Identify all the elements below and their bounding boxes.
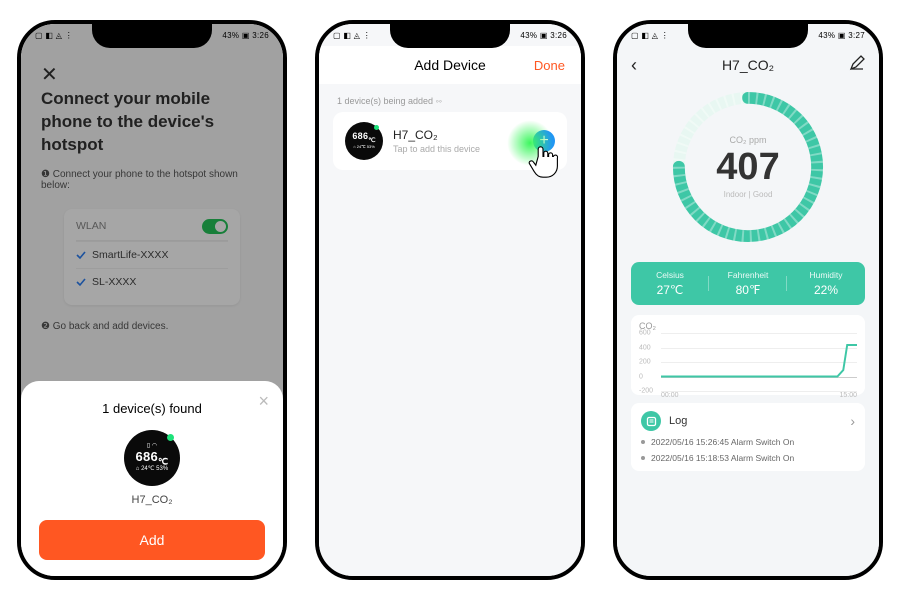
metric-label: Fahrenheit bbox=[709, 270, 787, 280]
device-name: H7_CO₂ bbox=[132, 494, 173, 506]
co2-gauge: CO₂ ppm 407 Indoor | Good bbox=[617, 88, 879, 246]
x-tick: 00:00 bbox=[661, 392, 679, 399]
y-tick: -200 bbox=[639, 388, 653, 395]
badge-value: 686℃ bbox=[135, 450, 168, 467]
gauge-label: CO₂ ppm bbox=[729, 135, 766, 145]
header-title: H7_CO₂ bbox=[722, 57, 774, 73]
header-title: Add Device bbox=[414, 57, 486, 73]
status-left: ▢ ◧ ◬ ⋮ bbox=[35, 26, 73, 44]
metrics-card: Celsius 27℃ Fahrenheit 80℉ Humidity 22% bbox=[631, 262, 865, 305]
phone-add-device: ▢ ◧ ◬ ⋮ 43% ▣ 3:26 Add Device Done 1 dev… bbox=[315, 20, 585, 580]
log-item: 2022/05/16 15:18:53 Alarm Switch On bbox=[641, 453, 855, 463]
log-title: Log bbox=[669, 415, 842, 427]
gauge-value: 407 bbox=[716, 146, 779, 189]
phone-device-detail: ▢ ◧ ◬ ⋮ 43% ▣ 3:27 ‹ H7_CO₂ CO₂ ppm 407 bbox=[613, 20, 883, 580]
notch bbox=[688, 22, 808, 48]
chevron-right-icon: › bbox=[850, 413, 855, 429]
log-icon bbox=[641, 411, 661, 431]
device-row[interactable]: 686℃ ⌂ 24℃ 53% H7_CO₂ Tap to add this de… bbox=[333, 112, 567, 170]
edit-icon[interactable] bbox=[849, 55, 865, 76]
phone-connect-hotspot: ▢ ◧ ◬ ⋮ 43% ▣ 3:26 ✕ Connect your mobile… bbox=[17, 20, 287, 580]
chart-title: CO₂ bbox=[639, 321, 857, 331]
sheet-title: 1 device(s) found bbox=[102, 401, 202, 416]
notch bbox=[390, 22, 510, 48]
header: Add Device Done bbox=[319, 46, 581, 84]
add-button[interactable]: Add bbox=[39, 520, 265, 560]
co2-chart-card: CO₂ 600 400 200 0 -200 00:00 15:00 bbox=[631, 315, 865, 395]
done-button[interactable]: Done bbox=[534, 58, 565, 73]
status-right: 43% ▣ 3:26 bbox=[222, 26, 269, 44]
y-tick: 400 bbox=[639, 344, 651, 351]
metric-humidity[interactable]: Humidity 22% bbox=[787, 270, 865, 297]
metric-value: 80℉ bbox=[709, 283, 787, 297]
close-icon[interactable]: × bbox=[258, 391, 269, 412]
status-right: 43% ▣ 3:26 bbox=[520, 26, 567, 44]
device-name: H7_CO₂ bbox=[393, 128, 523, 142]
co2-chart[interactable]: 600 400 200 0 -200 00:00 15:00 bbox=[639, 333, 857, 391]
status-left: ▢ ◧ ◬ ⋮ bbox=[631, 26, 669, 44]
status-right: 43% ▣ 3:27 bbox=[818, 26, 865, 44]
device-subtitle: Tap to add this device bbox=[393, 144, 523, 154]
gauge-quality: Indoor | Good bbox=[724, 190, 773, 199]
y-tick: 200 bbox=[639, 359, 651, 366]
metric-value: 27℃ bbox=[631, 283, 709, 297]
metric-value: 22% bbox=[787, 283, 865, 297]
status-dot-icon bbox=[374, 125, 379, 130]
metric-celsius[interactable]: Celsius 27℃ bbox=[631, 270, 709, 297]
log-item: 2022/05/16 15:26:45 Alarm Switch On bbox=[641, 437, 855, 447]
y-tick: 0 bbox=[639, 373, 643, 380]
badge-footer: ⌂ 24℃ 53% bbox=[136, 466, 168, 473]
notch bbox=[92, 22, 212, 48]
log-card[interactable]: Log › 2022/05/16 15:26:45 Alarm Switch O… bbox=[631, 403, 865, 471]
header: ‹ H7_CO₂ bbox=[617, 46, 879, 84]
being-added-text: 1 device(s) being added ◦◦ bbox=[319, 84, 581, 112]
status-dot-icon bbox=[167, 434, 174, 441]
device-badge-icon: 686℃ ⌂ 24℃ 53% bbox=[345, 122, 383, 160]
metric-label: Humidity bbox=[787, 270, 865, 280]
device-badge-icon: ▯ ◠ 686℃ ⌂ 24℃ 53% bbox=[124, 430, 180, 486]
metric-label: Celsius bbox=[631, 270, 709, 280]
status-left: ▢ ◧ ◬ ⋮ bbox=[333, 26, 371, 44]
devices-found-sheet: × 1 device(s) found ▯ ◠ 686℃ ⌂ 24℃ 53% H… bbox=[21, 381, 283, 576]
device-text: H7_CO₂ Tap to add this device bbox=[393, 128, 523, 154]
plus-icon[interactable]: + bbox=[533, 130, 555, 152]
badge-footer: ⌂ 24℃ 53% bbox=[353, 145, 375, 149]
metric-fahrenheit[interactable]: Fahrenheit 80℉ bbox=[709, 270, 787, 297]
y-tick: 600 bbox=[639, 330, 651, 337]
x-tick: 15:00 bbox=[839, 392, 857, 399]
back-icon[interactable]: ‹ bbox=[631, 55, 637, 76]
